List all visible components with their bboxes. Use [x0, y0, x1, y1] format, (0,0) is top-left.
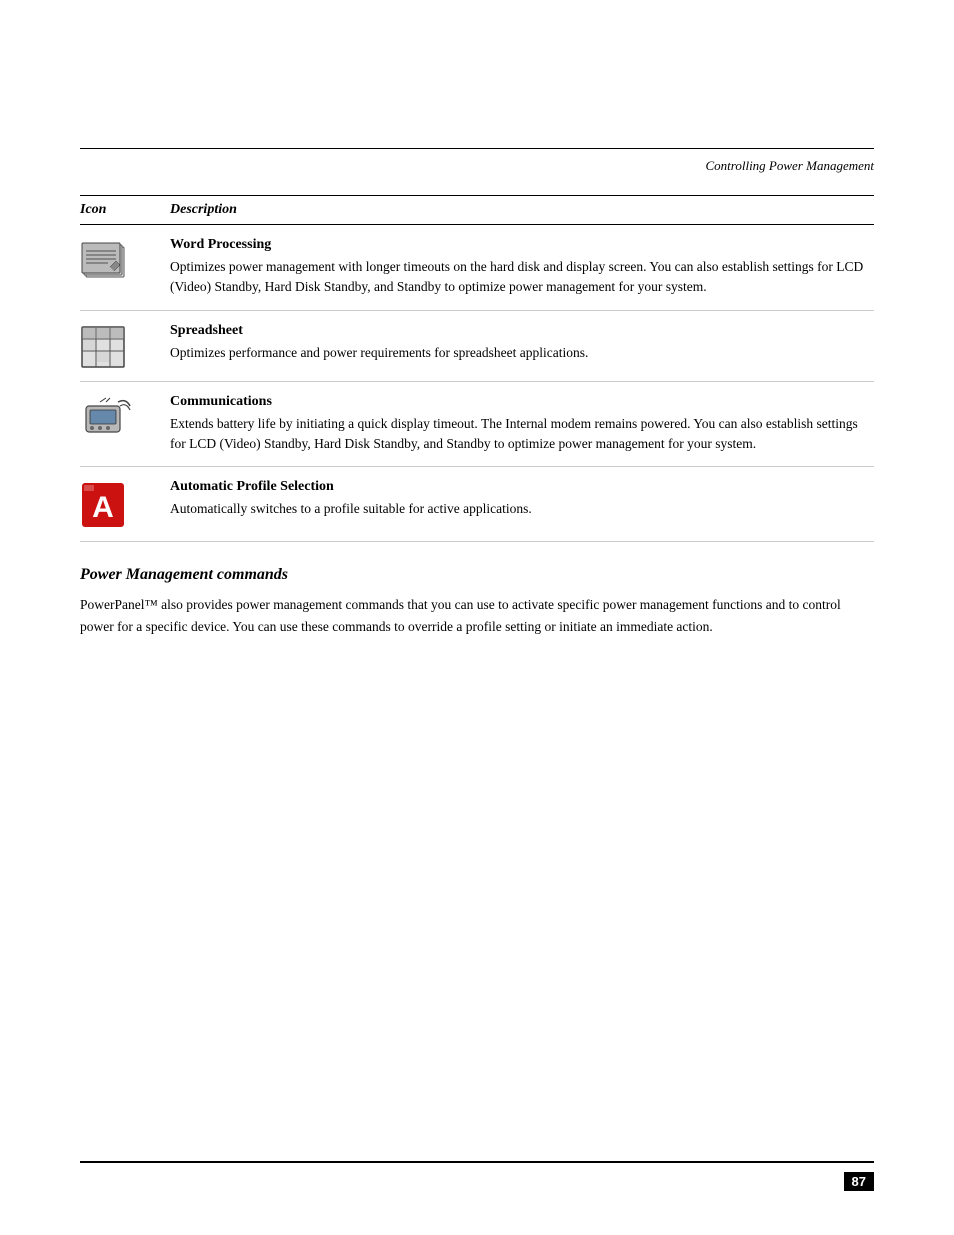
icon-cell-spreadsheet: [80, 323, 170, 369]
header-text: Controlling Power Management: [705, 158, 874, 173]
entry-title-word-processing: Word Processing: [170, 237, 874, 253]
table-header-row: Icon Description: [80, 196, 874, 225]
desc-cell-spreadsheet: Spreadsheet Optimizes performance and po…: [170, 323, 874, 363]
entry-body-communications: Extends battery life by initiating a qui…: [170, 414, 874, 455]
entry-body-auto-profile: Automatically switches to a profile suit…: [170, 499, 874, 519]
col-desc-label: Description: [170, 202, 237, 217]
col-icon-label: Icon: [80, 202, 106, 217]
table-row: A Automatic Profile Selection Automatica…: [80, 467, 874, 542]
communications-icon: [80, 396, 132, 440]
section-heading: Power Management commands: [80, 566, 874, 584]
page-number: 87: [844, 1172, 874, 1191]
desc-cell-auto-profile: Automatic Profile Selection Automaticall…: [170, 479, 874, 519]
entry-title-spreadsheet: Spreadsheet: [170, 323, 874, 339]
icon-cell-communications: [80, 394, 170, 440]
icon-cell-auto-profile: A: [80, 479, 170, 529]
desc-cell-word-processing: Word Processing Optimizes power manageme…: [170, 237, 874, 298]
entry-body-word-processing: Optimizes power management with longer t…: [170, 257, 874, 298]
svg-text:A: A: [92, 491, 114, 524]
icon-cell-word-processing: [80, 237, 170, 283]
table-row: Spreadsheet Optimizes performance and po…: [80, 311, 874, 382]
top-rule: [80, 148, 874, 149]
entry-body-spreadsheet: Optimizes performance and power requirem…: [170, 343, 874, 363]
page: Controlling Power Management Icon Descri…: [0, 0, 954, 1235]
main-content: Icon Description: [80, 195, 874, 637]
section-body: PowerPanel™ also provides power manageme…: [80, 594, 874, 637]
auto-profile-icon: A: [80, 481, 126, 529]
bottom-rule: [80, 1161, 874, 1163]
entry-title-auto-profile: Automatic Profile Selection: [170, 479, 874, 495]
icon-table: Icon Description: [80, 195, 874, 542]
word-processing-icon: [80, 239, 132, 283]
page-header: Controlling Power Management: [80, 158, 874, 174]
desc-cell-communications: Communications Extends battery life by i…: [170, 394, 874, 455]
col-icon-header: Icon: [80, 202, 170, 218]
col-desc-header: Description: [170, 202, 874, 218]
entry-title-communications: Communications: [170, 394, 874, 410]
table-row: Communications Extends battery life by i…: [80, 382, 874, 468]
table-row: Word Processing Optimizes power manageme…: [80, 225, 874, 311]
spreadsheet-icon: [80, 325, 126, 369]
